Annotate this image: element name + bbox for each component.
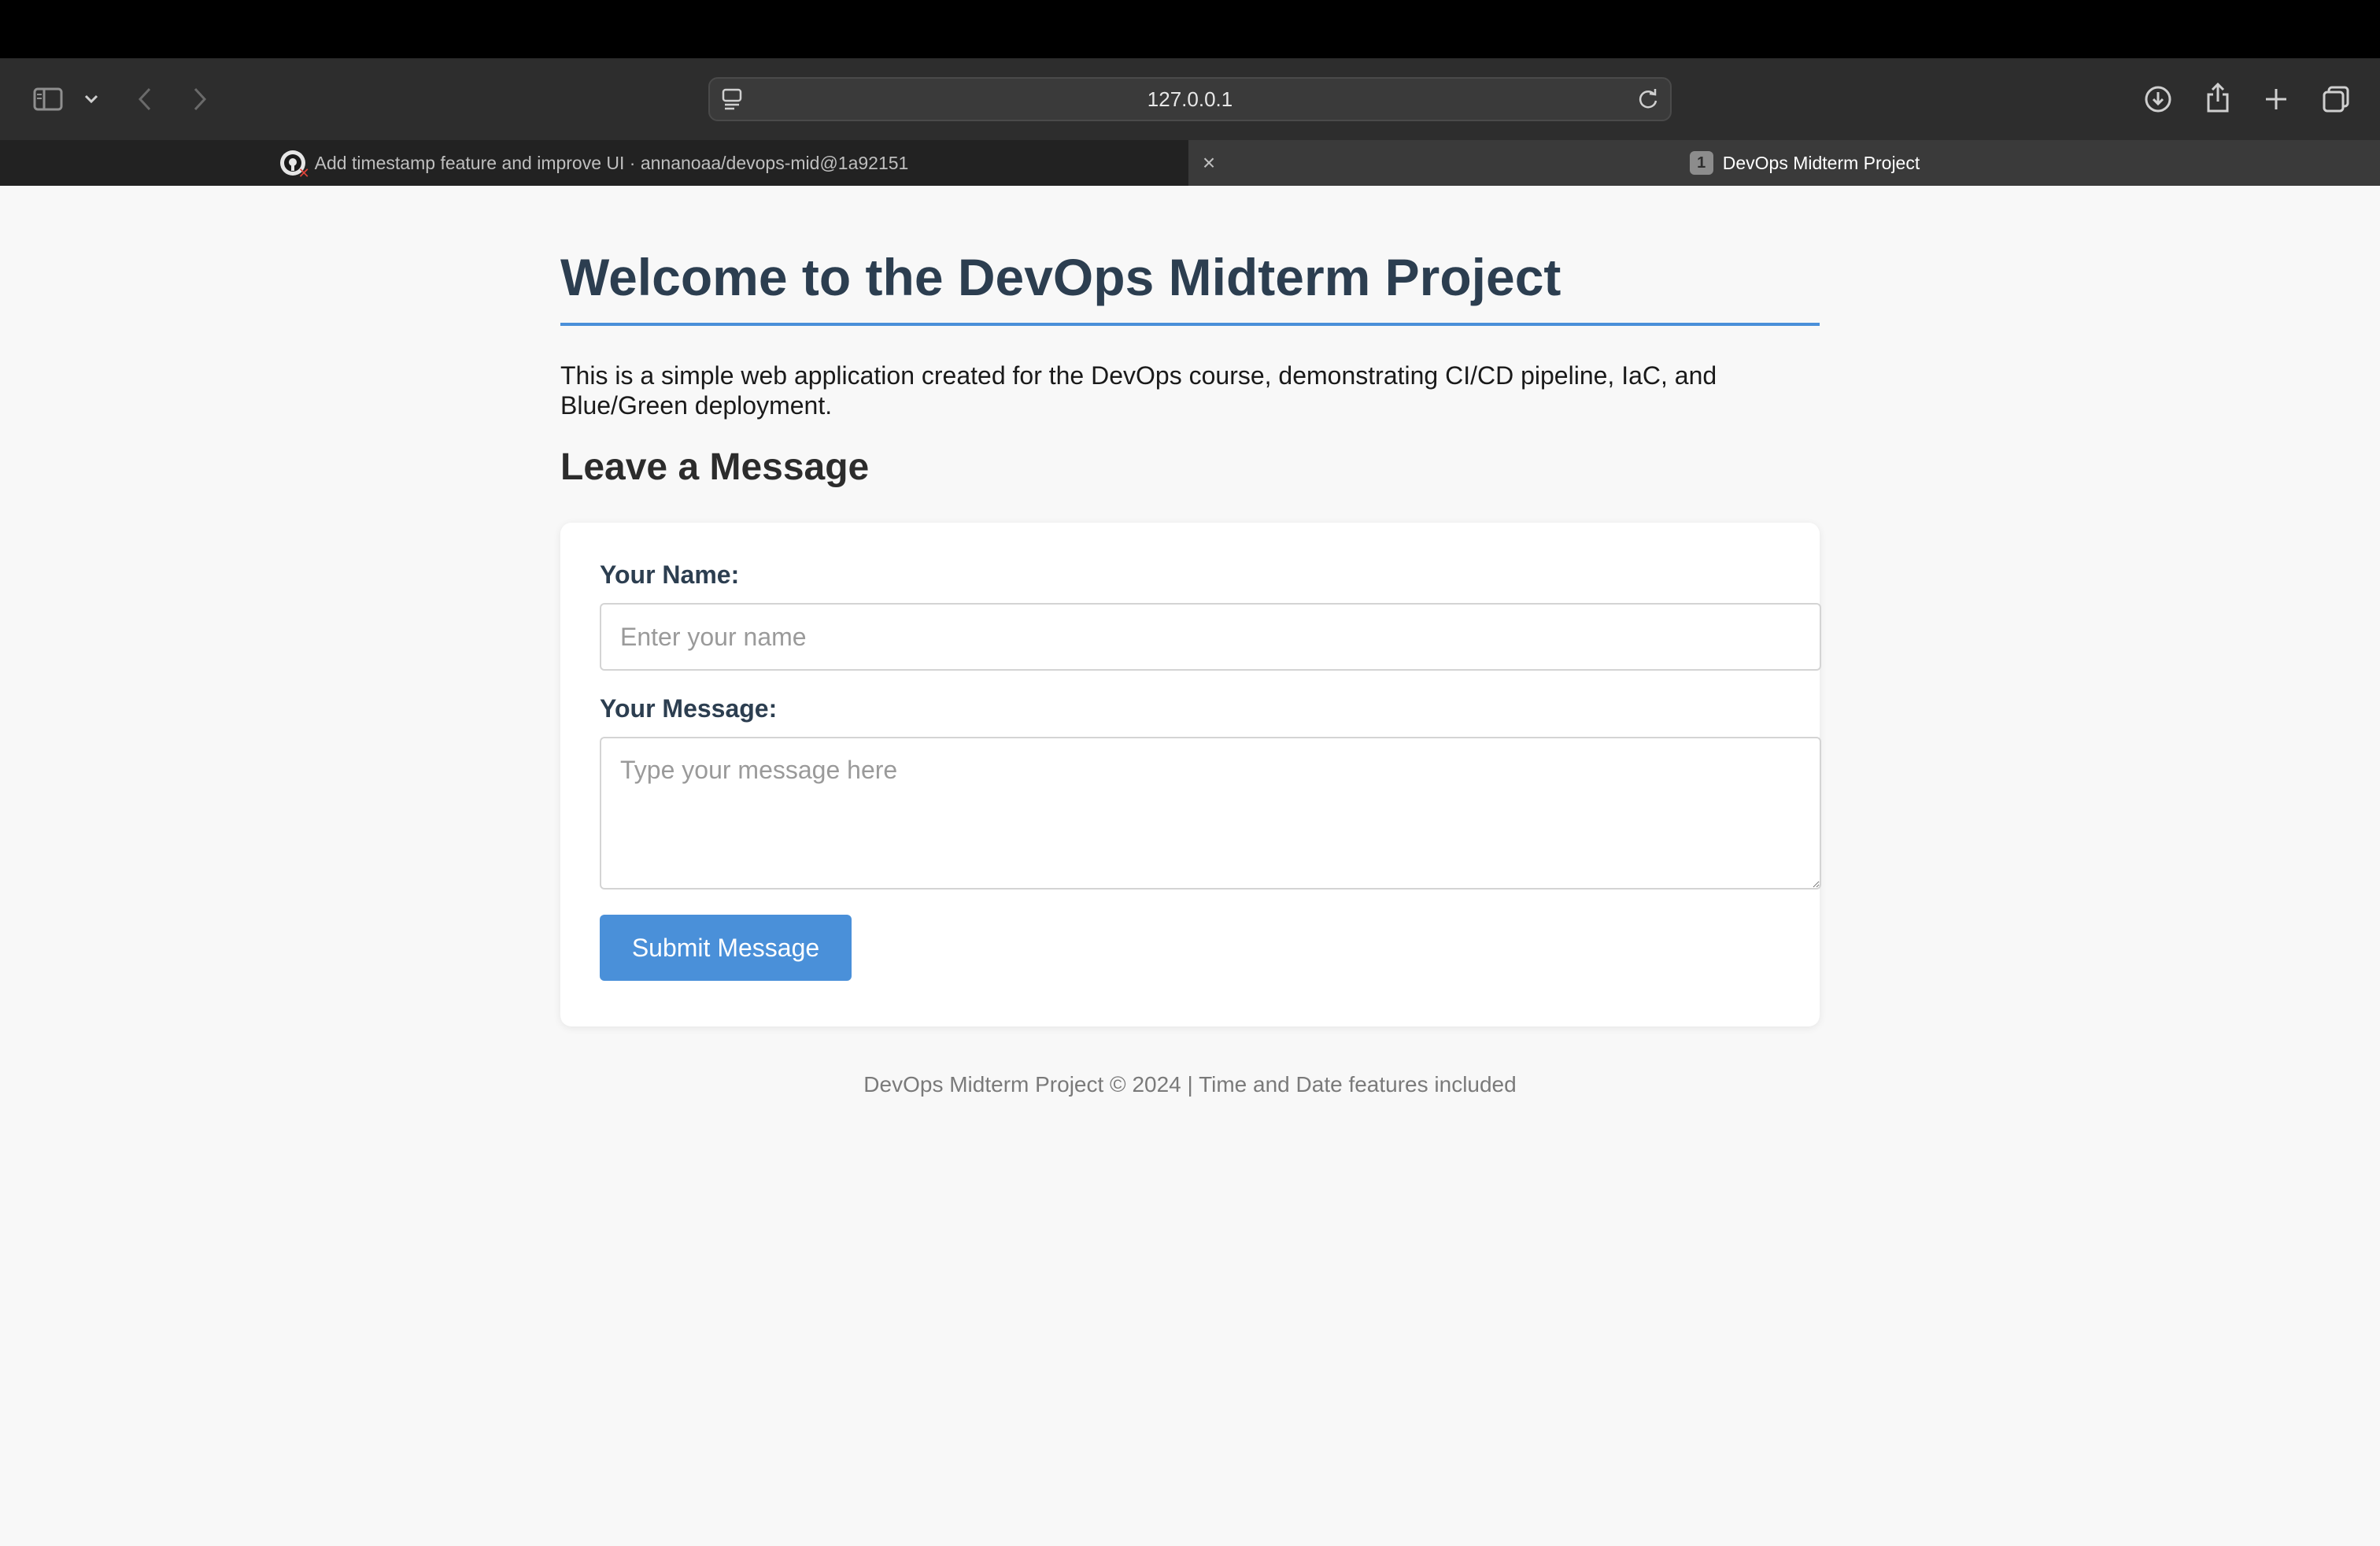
title-divider — [560, 323, 1820, 326]
tab-bar: ✕ Add timestamp feature and improve UI ·… — [0, 140, 2380, 186]
back-arrow-icon[interactable] — [132, 83, 157, 115]
download-icon[interactable] — [2141, 82, 2175, 117]
submit-message-button[interactable]: Submit Message — [600, 915, 852, 981]
address-bar[interactable]: 127.0.0.1 — [708, 77, 1672, 121]
tab-title: DevOps Midterm Project — [1722, 152, 1920, 173]
message-label: Your Message: — [600, 694, 778, 723]
tab-number-badge: 1 — [1689, 151, 1713, 175]
reload-icon[interactable] — [1634, 85, 1662, 113]
message-textarea[interactable] — [600, 737, 1821, 890]
forward-arrow-icon[interactable] — [187, 83, 213, 115]
tab-overview-icon[interactable] — [2319, 82, 2353, 117]
browser-toolbar: 127.0.0.1 — [0, 58, 2380, 140]
page-title: Welcome to the DevOps Midterm Project — [560, 248, 1561, 306]
intro-paragraph: This is a simple web application created… — [560, 361, 1717, 420]
page-footer: DevOps Midterm Project © 2024 | Time and… — [863, 1072, 1517, 1097]
tab-title: Add timestamp feature and improve UI · a… — [314, 152, 909, 173]
tab-devops-midterm[interactable]: 1 DevOps Midterm Project — [1229, 140, 2380, 186]
error-badge-icon: ✕ — [298, 165, 310, 181]
name-label: Your Name: — [600, 560, 740, 589]
system-menu-bar — [0, 0, 2380, 58]
github-icon: ✕ — [279, 150, 310, 180]
url-text[interactable]: 127.0.0.1 — [710, 79, 1670, 120]
new-tab-icon[interactable] — [2260, 82, 2292, 117]
sidebar-icon[interactable] — [30, 82, 66, 117]
chevron-down-icon[interactable] — [80, 88, 102, 110]
message-form-card: Your Name: Your Message: Submit Message — [560, 523, 1821, 1026]
share-icon[interactable] — [2202, 79, 2234, 117]
close-tab-icon[interactable]: × — [1188, 140, 1229, 186]
name-input[interactable] — [600, 603, 1821, 671]
tab-github-commit[interactable]: ✕ Add timestamp feature and improve UI ·… — [0, 140, 1188, 186]
web-page: Welcome to the DevOps Midterm Project Th… — [0, 186, 2380, 1546]
section-heading: Leave a Message — [560, 446, 870, 488]
